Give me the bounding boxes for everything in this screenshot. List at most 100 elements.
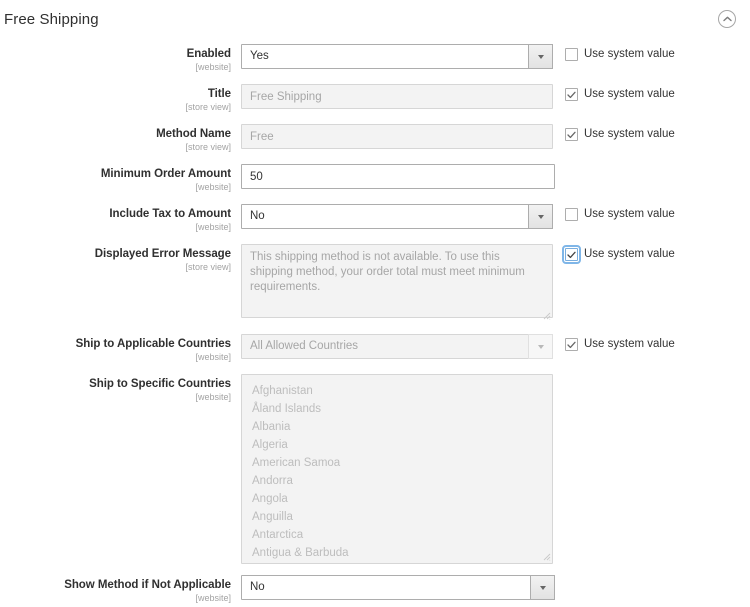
use-system-value-label: Use system value: [584, 208, 675, 220]
use-system-value-checkbox[interactable]: [565, 208, 578, 221]
chevron-up-circle-icon[interactable]: [718, 10, 736, 28]
use-system-value-checkbox[interactable]: [565, 128, 578, 141]
enabled-select[interactable]: Yes: [241, 44, 553, 69]
multiselect-option[interactable]: Anguilla: [242, 508, 552, 526]
minimum-order-amount-input[interactable]: [241, 164, 555, 189]
check-icon: [567, 341, 576, 348]
control-displayed-error-message: This shipping method is not available. T…: [241, 244, 675, 323]
field-scope: [store view]: [185, 142, 231, 152]
field-row-show-method-if-not-applicable: Show Method if Not Applicable [website] …: [0, 575, 750, 604]
control-method-name: Use system value: [241, 124, 675, 149]
ship-to-specific-countries-multiselect[interactable]: Afghanistan Åland Islands Albania Algeria Am…: [241, 374, 553, 564]
label-enabled: Enabled [website]: [0, 44, 241, 73]
control-ship-to-specific-countries: Afghanistan Åland Islands Albania Algeria Am…: [241, 374, 553, 564]
field-row-enabled: Enabled [website] Yes Use system value: [0, 44, 750, 73]
label-title: Title [store view]: [0, 84, 241, 113]
use-system-value-title[interactable]: Use system value: [565, 84, 675, 101]
field-scope: [store view]: [185, 262, 231, 272]
show-method-if-not-applicable-value: No: [250, 581, 265, 593]
check-icon: [567, 251, 576, 258]
enabled-select-value: Yes: [250, 50, 269, 62]
label-include-tax-to-amount: Include Tax to Amount [website]: [0, 204, 241, 233]
use-system-value-label: Use system value: [584, 88, 675, 100]
use-system-value-checkbox[interactable]: [562, 245, 581, 264]
field-row-title: Title [store view] Use system value: [0, 84, 750, 113]
label-show-method-if-not-applicable: Show Method if Not Applicable [website]: [0, 575, 241, 604]
textarea-wrap: This shipping method is not available. T…: [241, 244, 553, 323]
multiselect-option[interactable]: Afghanistan: [242, 382, 552, 400]
check-icon: [567, 91, 576, 98]
field-row-ship-to-specific-countries: Ship to Specific Countries [website] Afg…: [0, 374, 750, 564]
use-system-value-method-name[interactable]: Use system value: [565, 124, 675, 141]
control-show-method-if-not-applicable: No: [241, 575, 555, 600]
multiselect-option[interactable]: Antigua & Barbuda: [242, 544, 552, 562]
field-scope: [website]: [195, 182, 231, 192]
include-tax-to-amount-select[interactable]: No: [241, 204, 553, 229]
chevron-up-glyph: [722, 16, 732, 22]
section-header: Free Shipping: [0, 0, 750, 38]
field-scope: [website]: [195, 222, 231, 232]
use-system-value-displayed-error-message[interactable]: Use system value: [562, 244, 675, 264]
multiselect-option[interactable]: American Samoa: [242, 454, 552, 472]
use-system-value-label: Use system value: [584, 248, 675, 260]
field-scope: [website]: [195, 593, 231, 603]
displayed-error-message-textarea[interactable]: This shipping method is not available. T…: [241, 244, 553, 318]
page-title: Free Shipping: [4, 10, 99, 28]
multiselect-option[interactable]: Antarctica: [242, 526, 552, 544]
field-scope: [website]: [195, 352, 231, 362]
chevron-down-icon: [530, 575, 555, 600]
field-label: Enabled: [186, 48, 231, 60]
use-system-value-label: Use system value: [584, 128, 675, 140]
field-scope: [website]: [195, 392, 231, 402]
config-form: Enabled [website] Yes Use system value T…: [0, 38, 750, 607]
field-row-displayed-error-message: Displayed Error Message [store view] Thi…: [0, 244, 750, 323]
field-row-minimum-order-amount: Minimum Order Amount [website]: [0, 164, 750, 193]
use-system-value-checkbox[interactable]: [565, 48, 578, 61]
multiselect-option[interactable]: Algeria: [242, 436, 552, 454]
use-system-value-include-tax[interactable]: Use system value: [565, 204, 675, 221]
field-scope: [store view]: [185, 102, 231, 112]
field-row-include-tax-to-amount: Include Tax to Amount [website] No Use s…: [0, 204, 750, 233]
field-label: Show Method if Not Applicable: [64, 579, 231, 591]
multiselect-option[interactable]: Albania: [242, 418, 552, 436]
ship-to-applicable-countries-select[interactable]: All Allowed Countries: [241, 334, 553, 359]
control-title: Use system value: [241, 84, 675, 109]
chevron-down-icon: [528, 44, 553, 69]
label-ship-to-applicable-countries: Ship to Applicable Countries [website]: [0, 334, 241, 363]
multiselect-option[interactable]: Åland Islands: [242, 400, 552, 418]
multiselect-option[interactable]: Angola: [242, 490, 552, 508]
field-label: Ship to Applicable Countries: [75, 338, 231, 350]
use-system-value-checkbox[interactable]: [565, 338, 578, 351]
field-label: Displayed Error Message: [94, 248, 231, 260]
chevron-down-icon: [528, 204, 553, 229]
control-enabled: Yes Use system value: [241, 44, 675, 69]
ship-to-applicable-countries-value: All Allowed Countries: [250, 340, 359, 352]
field-label: Ship to Specific Countries: [89, 378, 231, 390]
label-method-name: Method Name [store view]: [0, 124, 241, 153]
method-name-input[interactable]: [241, 124, 553, 149]
title-input[interactable]: [241, 84, 553, 109]
label-ship-to-specific-countries: Ship to Specific Countries [website]: [0, 374, 241, 403]
control-minimum-order-amount: [241, 164, 555, 189]
show-method-if-not-applicable-select[interactable]: No: [241, 575, 555, 600]
field-scope: [website]: [195, 62, 231, 72]
field-row-ship-to-applicable-countries: Ship to Applicable Countries [website] A…: [0, 334, 750, 363]
multiselect-option[interactable]: Andorra: [242, 472, 552, 490]
field-row-method-name: Method Name [store view] Use system valu…: [0, 124, 750, 153]
use-system-value-label: Use system value: [584, 338, 675, 350]
field-label: Minimum Order Amount: [100, 168, 231, 180]
field-label: Title: [207, 88, 231, 100]
control-ship-to-applicable-countries: All Allowed Countries Use system value: [241, 334, 675, 359]
use-system-value-ship-to-applicable-countries[interactable]: Use system value: [565, 334, 675, 351]
label-displayed-error-message: Displayed Error Message [store view]: [0, 244, 241, 273]
use-system-value-checkbox[interactable]: [565, 88, 578, 101]
use-system-value-enabled[interactable]: Use system value: [565, 44, 675, 61]
control-include-tax-to-amount: No Use system value: [241, 204, 675, 229]
chevron-down-icon: [528, 334, 553, 359]
check-icon: [567, 131, 576, 138]
include-tax-to-amount-value: No: [250, 210, 265, 222]
free-shipping-config-panel: Free Shipping Enabled [website] Yes Use …: [0, 0, 750, 607]
field-label: Method Name: [156, 128, 231, 140]
label-minimum-order-amount: Minimum Order Amount [website]: [0, 164, 241, 193]
field-label: Include Tax to Amount: [109, 208, 231, 220]
